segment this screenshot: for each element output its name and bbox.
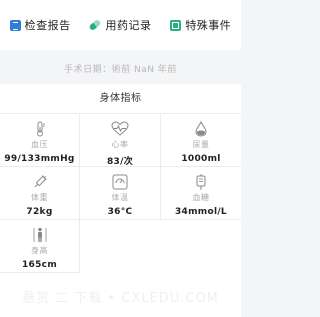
vital-label: 身高 xyxy=(31,246,48,255)
vital-urine-volume[interactable]: 尿量 1000ml xyxy=(161,114,241,167)
vital-blood-pressure[interactable]: 血压 99/133mmHg xyxy=(0,114,80,167)
report-icon xyxy=(9,19,21,31)
vital-label: 血压 xyxy=(31,140,48,149)
vital-value: 34mmol/L xyxy=(175,207,227,217)
top-tabs: 检查报告 用药记录 特殊事件 xyxy=(0,0,241,50)
vitals-title: 身体指标 xyxy=(0,84,241,114)
empty-cell xyxy=(80,220,161,273)
vital-value: 72kg xyxy=(26,207,53,217)
tab-label: 特殊事件 xyxy=(185,19,232,32)
tab-special-event[interactable]: 特殊事件 xyxy=(161,0,241,50)
vital-value: 83/次 xyxy=(106,157,133,167)
thermometer-icon xyxy=(31,121,49,137)
vital-blood-sugar[interactable]: 血糖 34mmol/L xyxy=(161,167,241,220)
scale-icon xyxy=(111,174,129,190)
tab-label: 用药记录 xyxy=(105,19,152,32)
empty-cell xyxy=(161,220,241,273)
tab-medication-record[interactable]: 用药记录 xyxy=(80,0,160,50)
iv-bag-icon xyxy=(192,174,210,190)
vital-label: 血糖 xyxy=(192,193,210,202)
special-event-icon xyxy=(170,19,182,31)
vital-weight[interactable]: 体重 72kg xyxy=(0,167,80,220)
tab-check-report[interactable]: 检查报告 xyxy=(0,0,80,50)
vital-value: 99/133mmHg xyxy=(4,154,75,164)
vital-temperature[interactable]: 体温 36°C xyxy=(80,167,161,220)
vital-label: 体重 xyxy=(31,193,48,202)
heart-rate-icon xyxy=(111,121,129,137)
vital-heart-rate[interactable]: 心率 83/次 xyxy=(80,114,161,167)
vital-value: 36°C xyxy=(107,207,133,217)
vital-label: 心率 xyxy=(111,140,129,149)
vitals-grid: 血压 99/133mmHg 心率 83/次 尿量 1000ml 体重 72kg xyxy=(0,114,241,273)
surgery-date-text: 手术日期：術前 NaN 年前 xyxy=(64,65,177,75)
syringe-icon xyxy=(31,174,49,190)
vitals-panel: 身体指标 血压 99/133mmHg 心率 83/次 尿量 1000ml 体重 … xyxy=(0,84,241,317)
vital-value: 165cm xyxy=(22,260,57,270)
person-height-icon xyxy=(31,227,49,243)
vital-height[interactable]: 身高 165cm xyxy=(0,220,80,273)
pill-icon xyxy=(88,18,103,32)
vital-label: 尿量 xyxy=(192,140,210,149)
tab-label: 检查报告 xyxy=(24,19,71,32)
vital-label: 体温 xyxy=(111,193,129,202)
drop-icon xyxy=(192,121,210,137)
vital-value: 1000ml xyxy=(181,154,221,164)
